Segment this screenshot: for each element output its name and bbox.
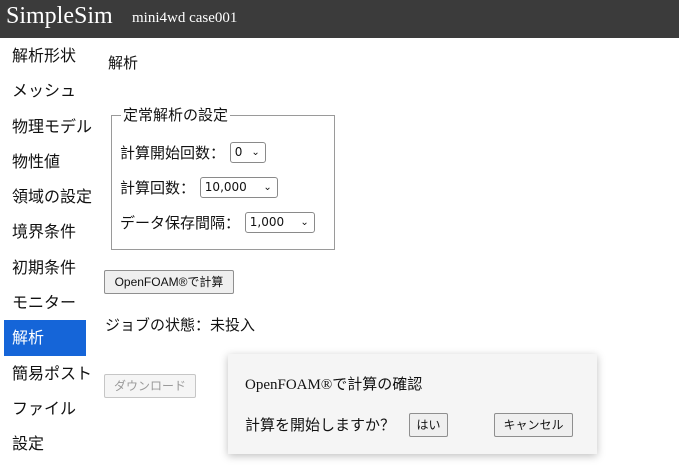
- page-title: 解析: [108, 54, 139, 72]
- iteration-count-value: 10,000: [204, 180, 247, 194]
- app-brand: SimpleSim: [6, 3, 113, 29]
- chevron-down-icon: ⌄: [263, 182, 272, 193]
- iteration-count-row: 計算回数： 10,000 ⌄: [120, 177, 278, 198]
- save-interval-row: データ保存間隔： 1,000 ⌄: [120, 212, 315, 233]
- sidebar-item-file[interactable]: ファイル: [4, 391, 86, 426]
- save-interval-label: データ保存間隔：: [120, 213, 241, 232]
- top-bar: SimpleSim mini4wd case001: [0, 0, 679, 38]
- dialog-cancel-button[interactable]: キャンセル: [494, 413, 573, 437]
- start-count-label: 計算開始回数：: [120, 143, 226, 162]
- sidebar-item-analysis[interactable]: 解析: [4, 320, 86, 356]
- sidebar-item-regions[interactable]: 領域の設定: [4, 179, 92, 214]
- iteration-count-select[interactable]: 10,000 ⌄: [199, 177, 278, 198]
- start-count-select[interactable]: 0 ⌄: [229, 142, 266, 163]
- case-name: mini4wd case001: [132, 10, 238, 26]
- chevron-down-icon: ⌄: [300, 217, 309, 228]
- sidebar-item-physics-model[interactable]: 物理モデル: [4, 109, 92, 144]
- sidebar: 解析形状 メッシュ 物理モデル 物性値 領域の設定 境界条件 初期条件 モニター…: [4, 38, 92, 462]
- sidebar-item-shape[interactable]: 解析形状: [4, 38, 86, 73]
- sidebar-item-properties[interactable]: 物性値: [4, 144, 86, 179]
- sidebar-item-post[interactable]: 簡易ポスト: [4, 356, 92, 391]
- confirm-dialog: OpenFOAM®で計算の確認 計算を開始しますか？ はい キャンセル: [228, 354, 597, 454]
- dialog-message: 計算を開始しますか？: [245, 416, 396, 434]
- sidebar-item-initial[interactable]: 初期条件: [4, 250, 86, 285]
- sidebar-item-boundary[interactable]: 境界条件: [4, 214, 86, 249]
- sidebar-item-monitor[interactable]: モニター: [4, 285, 86, 320]
- dialog-yes-button[interactable]: はい: [409, 413, 448, 437]
- iteration-count-label: 計算回数：: [120, 178, 196, 197]
- save-interval-value: 1,000: [249, 215, 285, 229]
- run-openfoam-button[interactable]: OpenFOAM®で計算: [104, 270, 234, 294]
- download-button[interactable]: ダウンロード: [104, 374, 196, 398]
- start-count-value: 0: [234, 145, 243, 159]
- save-interval-select[interactable]: 1,000 ⌄: [244, 212, 315, 233]
- sidebar-item-settings[interactable]: 設定: [4, 426, 86, 461]
- start-count-row: 計算開始回数： 0 ⌄: [120, 142, 266, 163]
- steady-settings-legend: 定常解析の設定: [121, 106, 231, 124]
- dialog-title: OpenFOAM®で計算の確認: [245, 377, 423, 393]
- sidebar-item-mesh[interactable]: メッシュ: [4, 73, 86, 108]
- chevron-down-icon: ⌄: [251, 147, 260, 158]
- job-status: ジョブの状態：未投入: [105, 316, 256, 334]
